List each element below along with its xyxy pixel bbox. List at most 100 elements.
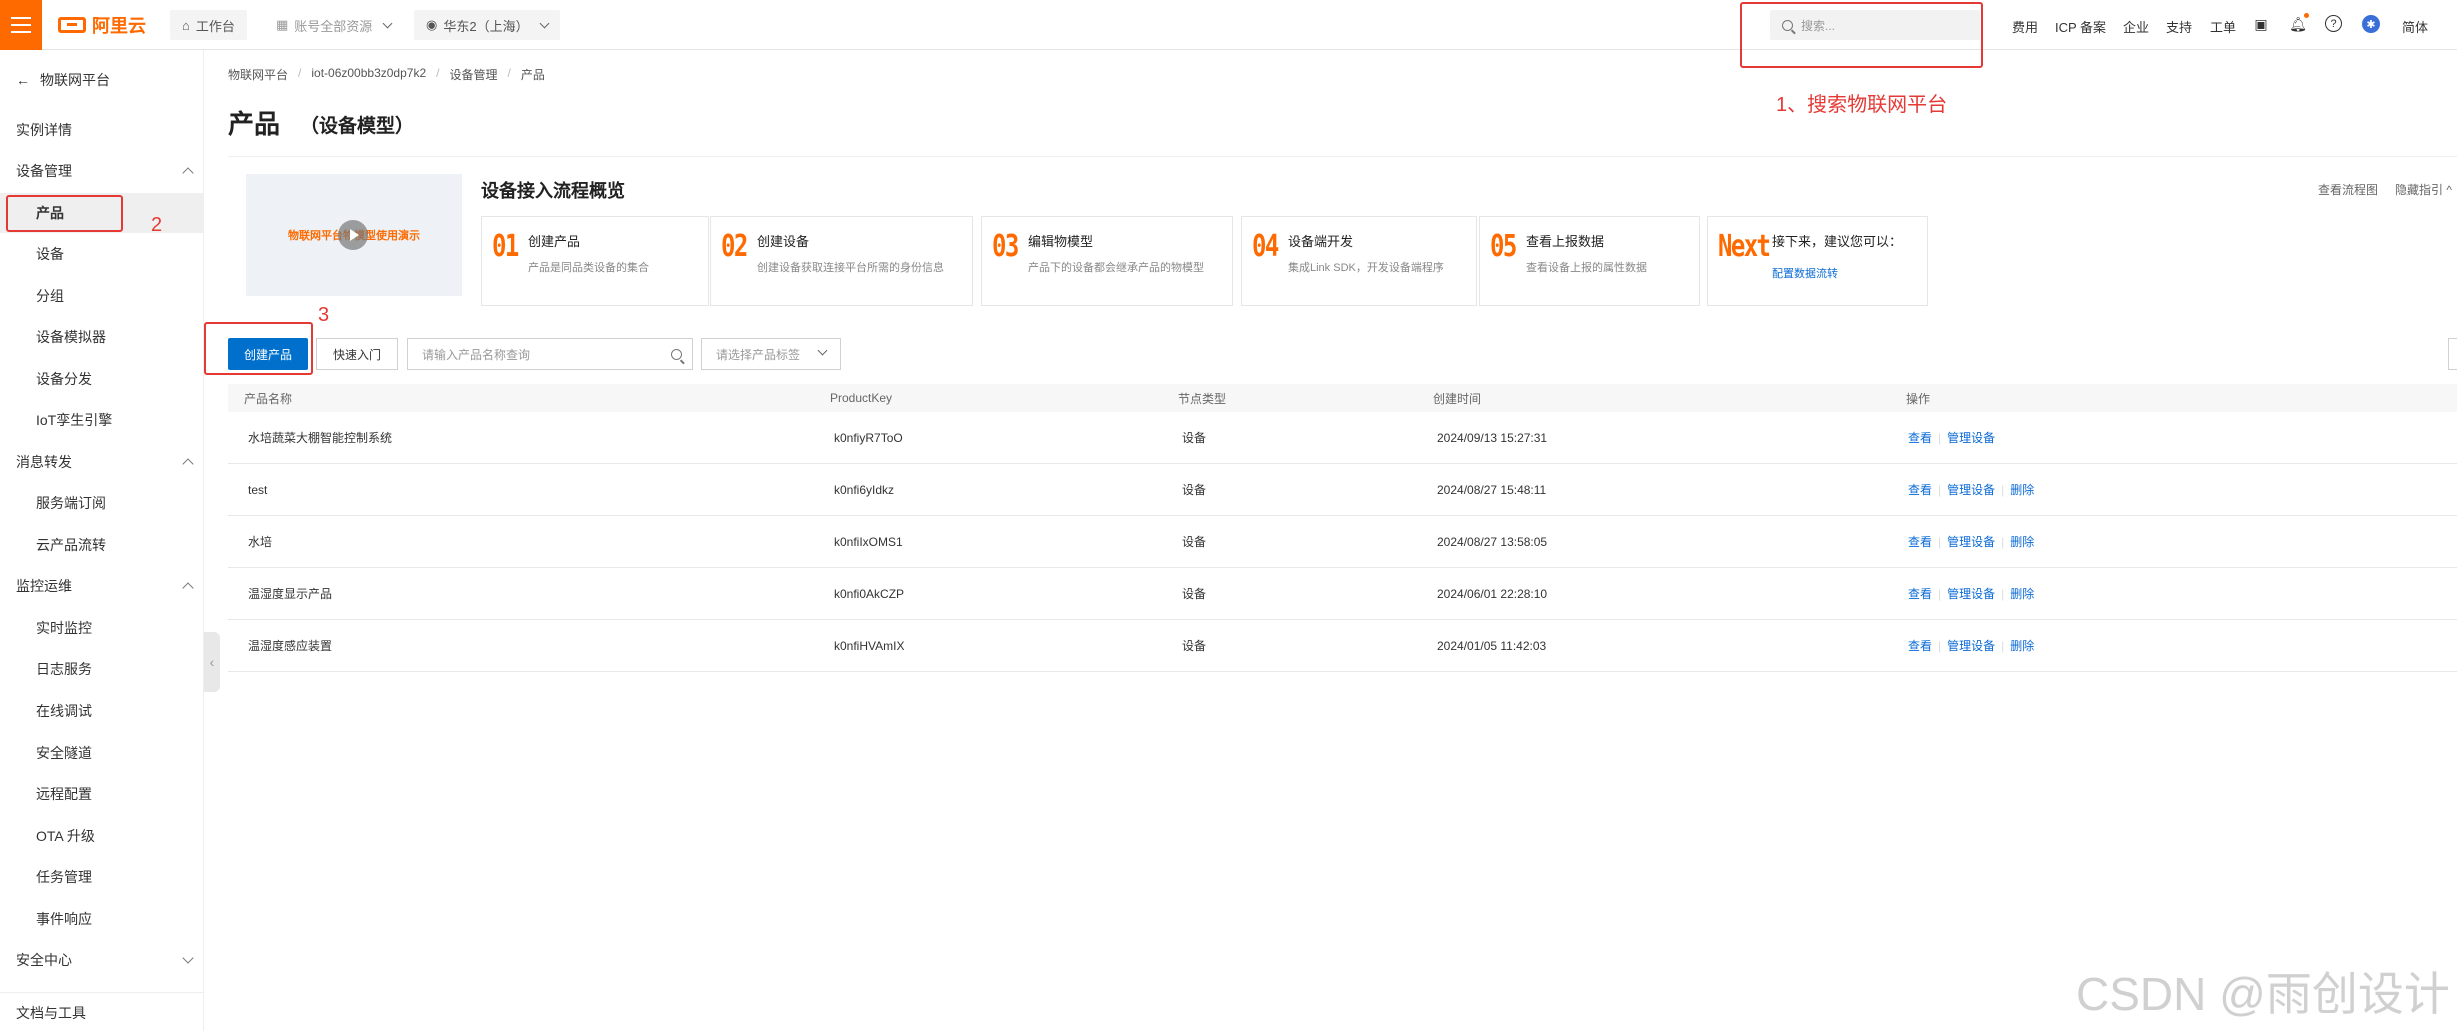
delete-link[interactable]: 删除 bbox=[2010, 637, 2034, 654]
nav-link-ticket[interactable]: 工单 bbox=[2210, 17, 2236, 36]
sidebar-group-security-center[interactable]: 安全中心 bbox=[0, 940, 204, 980]
view-flowchart-link[interactable]: 查看流程图 bbox=[2318, 181, 2378, 198]
nav-link-enterprise[interactable]: 企业 bbox=[2123, 17, 2149, 36]
action-separator: | bbox=[1938, 482, 1942, 497]
account-resources-label: 账号全部资源 bbox=[294, 18, 373, 34]
product-key: k0nfi6yIdkz bbox=[834, 482, 895, 497]
sidebar-item-task-management[interactable]: 任务管理 bbox=[0, 857, 204, 897]
product-key: k0nfiIxOMS1 bbox=[834, 534, 903, 549]
delete-link[interactable]: 删除 bbox=[2010, 533, 2034, 550]
step-card-next: Next 接下来，建议您可以： 配置数据流转 bbox=[1707, 216, 1928, 306]
sidebar-item-server-subscription[interactable]: 服务端订阅 bbox=[0, 483, 204, 523]
sidebar-item-groups[interactable]: 分组 bbox=[0, 276, 204, 316]
sidebar-item-remote-config[interactable]: 远程配置 bbox=[0, 774, 204, 814]
breadcrumb-separator: / bbox=[298, 66, 302, 80]
sidebar-group-message-forwarding[interactable]: 消息转发 bbox=[0, 442, 204, 482]
delete-link[interactable]: 删除 bbox=[2010, 481, 2034, 498]
language-switch[interactable]: 简体 bbox=[2402, 17, 2428, 36]
sidebar-item-realtime-monitoring[interactable]: 实时监控 bbox=[0, 608, 204, 648]
sidebar-item-iot-twin-engine[interactable]: IoT孪生引擎 bbox=[0, 400, 204, 440]
annotation-number-2: 2 bbox=[151, 214, 163, 236]
workbench-button[interactable]: ⌂ 工作台 bbox=[170, 10, 247, 40]
sidebar-item-label: 设备 bbox=[36, 246, 64, 262]
step-desc: 产品下的设备都会继承产品的物模型 bbox=[1028, 262, 1204, 274]
created-time: 2024/01/05 11:42:03 bbox=[1437, 638, 1547, 653]
chevron-down-icon bbox=[182, 952, 194, 964]
view-link[interactable]: 查看 bbox=[1908, 637, 1932, 654]
table-row: 水培 k0nfiIxOMS1 设备 2024/08/27 13:58:05 查看… bbox=[228, 516, 2457, 568]
step-card[interactable]: 04 设备端开发 集成Link SDK，开发设备端程序 bbox=[1241, 216, 1477, 306]
nav-link-support[interactable]: 支持 bbox=[2166, 17, 2192, 36]
action-separator: | bbox=[1938, 586, 1942, 601]
sidebar-item-label: 监控运维 bbox=[16, 578, 72, 594]
action-separator: | bbox=[2001, 482, 2005, 497]
terminal-icon[interactable]: ▣ bbox=[2252, 15, 2270, 33]
step-card[interactable]: 03 编辑物模型 产品下的设备都会继承产品的物模型 bbox=[981, 216, 1233, 306]
account-resources-dropdown[interactable]: ▦ 账号全部资源 bbox=[264, 10, 404, 40]
configure-dataflow-link[interactable]: 配置数据流转 bbox=[1772, 265, 1838, 281]
sidebar-item-device-distribution[interactable]: 设备分发 bbox=[0, 359, 204, 399]
toolbar-right-button[interactable] bbox=[2448, 338, 2457, 370]
arrow-left-icon: ← bbox=[16, 72, 30, 88]
action-separator: | bbox=[1938, 534, 1942, 549]
breadcrumb-item-current: 产品 bbox=[520, 68, 545, 82]
product-name: test bbox=[248, 482, 268, 497]
product-tag-select[interactable]: 请选择产品标签 bbox=[701, 338, 841, 370]
demo-video-thumbnail[interactable]: 物联网平台物模型使用演示 bbox=[246, 174, 462, 296]
step-card[interactable]: 02 创建设备 创建设备获取连接平台所需的身份信息 bbox=[710, 216, 973, 306]
help-icon[interactable]: ? bbox=[2325, 15, 2342, 32]
sidebar-item-docs-tools[interactable]: 文档与工具 bbox=[0, 992, 204, 1032]
step-number: 04 bbox=[1252, 229, 1279, 264]
action-separator: | bbox=[1938, 638, 1942, 653]
sidebar-item-log-service[interactable]: 日志服务 bbox=[0, 649, 204, 689]
view-link[interactable]: 查看 bbox=[1908, 585, 1932, 602]
quick-start-button[interactable]: 快速入门 bbox=[316, 338, 398, 370]
sidebar-group-device-management[interactable]: 设备管理 bbox=[0, 151, 204, 191]
aliyun-logo-icon bbox=[58, 17, 86, 33]
manage-devices-link[interactable]: 管理设备 bbox=[1947, 429, 1995, 446]
sidebar-item-label: 安全隧道 bbox=[36, 745, 92, 761]
menu-icon[interactable] bbox=[0, 0, 42, 50]
step-card[interactable]: 05 查看上报数据 查看设备上报的属性数据 bbox=[1479, 216, 1700, 306]
manage-devices-link[interactable]: 管理设备 bbox=[1947, 533, 1995, 550]
nav-link-icp[interactable]: ICP 备案 bbox=[2055, 17, 2106, 36]
sidebar-item-event-response[interactable]: 事件响应 bbox=[0, 899, 204, 939]
sidebar-item-online-debug[interactable]: 在线调试 bbox=[0, 691, 204, 731]
product-search-input[interactable]: 请输入产品名称查询 bbox=[407, 338, 693, 370]
search-icon[interactable] bbox=[671, 349, 682, 360]
breadcrumb-item[interactable]: 物联网平台 bbox=[228, 66, 288, 83]
sidebar-item-cloud-product-flow[interactable]: 云产品流转 bbox=[0, 525, 204, 565]
view-link[interactable]: 查看 bbox=[1908, 429, 1932, 446]
sidebar-collapse-handle[interactable]: ‹ bbox=[204, 632, 220, 692]
manage-devices-link[interactable]: 管理设备 bbox=[1947, 585, 1995, 602]
home-icon: ⌂ bbox=[182, 17, 190, 33]
sidebar-group-monitoring-ops[interactable]: 监控运维 bbox=[0, 566, 204, 606]
nav-link-billing[interactable]: 费用 bbox=[2012, 17, 2038, 36]
manage-devices-link[interactable]: 管理设备 bbox=[1947, 481, 1995, 498]
logo[interactable]: 阿里云 bbox=[58, 14, 146, 36]
sidebar-item-device-simulator[interactable]: 设备模拟器 bbox=[0, 317, 204, 357]
step-title: 设备端开发 bbox=[1288, 234, 1354, 249]
play-icon[interactable] bbox=[338, 220, 368, 250]
step-title: 创建设备 bbox=[757, 234, 810, 249]
step-card[interactable]: 01 创建产品 产品是同品类设备的集合 bbox=[481, 216, 709, 306]
hide-guide-link[interactable]: 隐藏指引 ^ bbox=[2395, 181, 2452, 198]
view-link[interactable]: 查看 bbox=[1908, 481, 1932, 498]
node-type: 设备 bbox=[1182, 587, 1207, 601]
breadcrumb-item[interactable]: 设备管理 bbox=[449, 66, 497, 83]
delete-link[interactable]: 删除 bbox=[2010, 585, 2034, 602]
region-dropdown[interactable]: ◉ 华东2（上海） bbox=[414, 10, 560, 40]
sidebar-back-button[interactable]: ← 物联网平台 bbox=[0, 60, 204, 100]
product-name: 温湿度感应装置 bbox=[248, 639, 333, 653]
avatar[interactable]: ✱ bbox=[2362, 15, 2380, 33]
sidebar-item-ota-upgrade[interactable]: OTA 升级 bbox=[0, 816, 204, 856]
product-key: k0nfiyR7ToO bbox=[834, 430, 903, 445]
manage-devices-link[interactable]: 管理设备 bbox=[1947, 637, 1995, 654]
sidebar-item-instance-details[interactable]: 实例详情 bbox=[0, 110, 204, 150]
sidebar-item-secure-tunnel[interactable]: 安全隧道 bbox=[0, 733, 204, 773]
breadcrumb-item[interactable]: iot-06z00bb3z0dp7k2 bbox=[311, 66, 426, 83]
step-number: 03 bbox=[992, 229, 1019, 264]
view-link[interactable]: 查看 bbox=[1908, 533, 1932, 550]
column-header: 操作 bbox=[1906, 391, 1931, 406]
sidebar-item-devices[interactable]: 设备 bbox=[0, 234, 204, 274]
